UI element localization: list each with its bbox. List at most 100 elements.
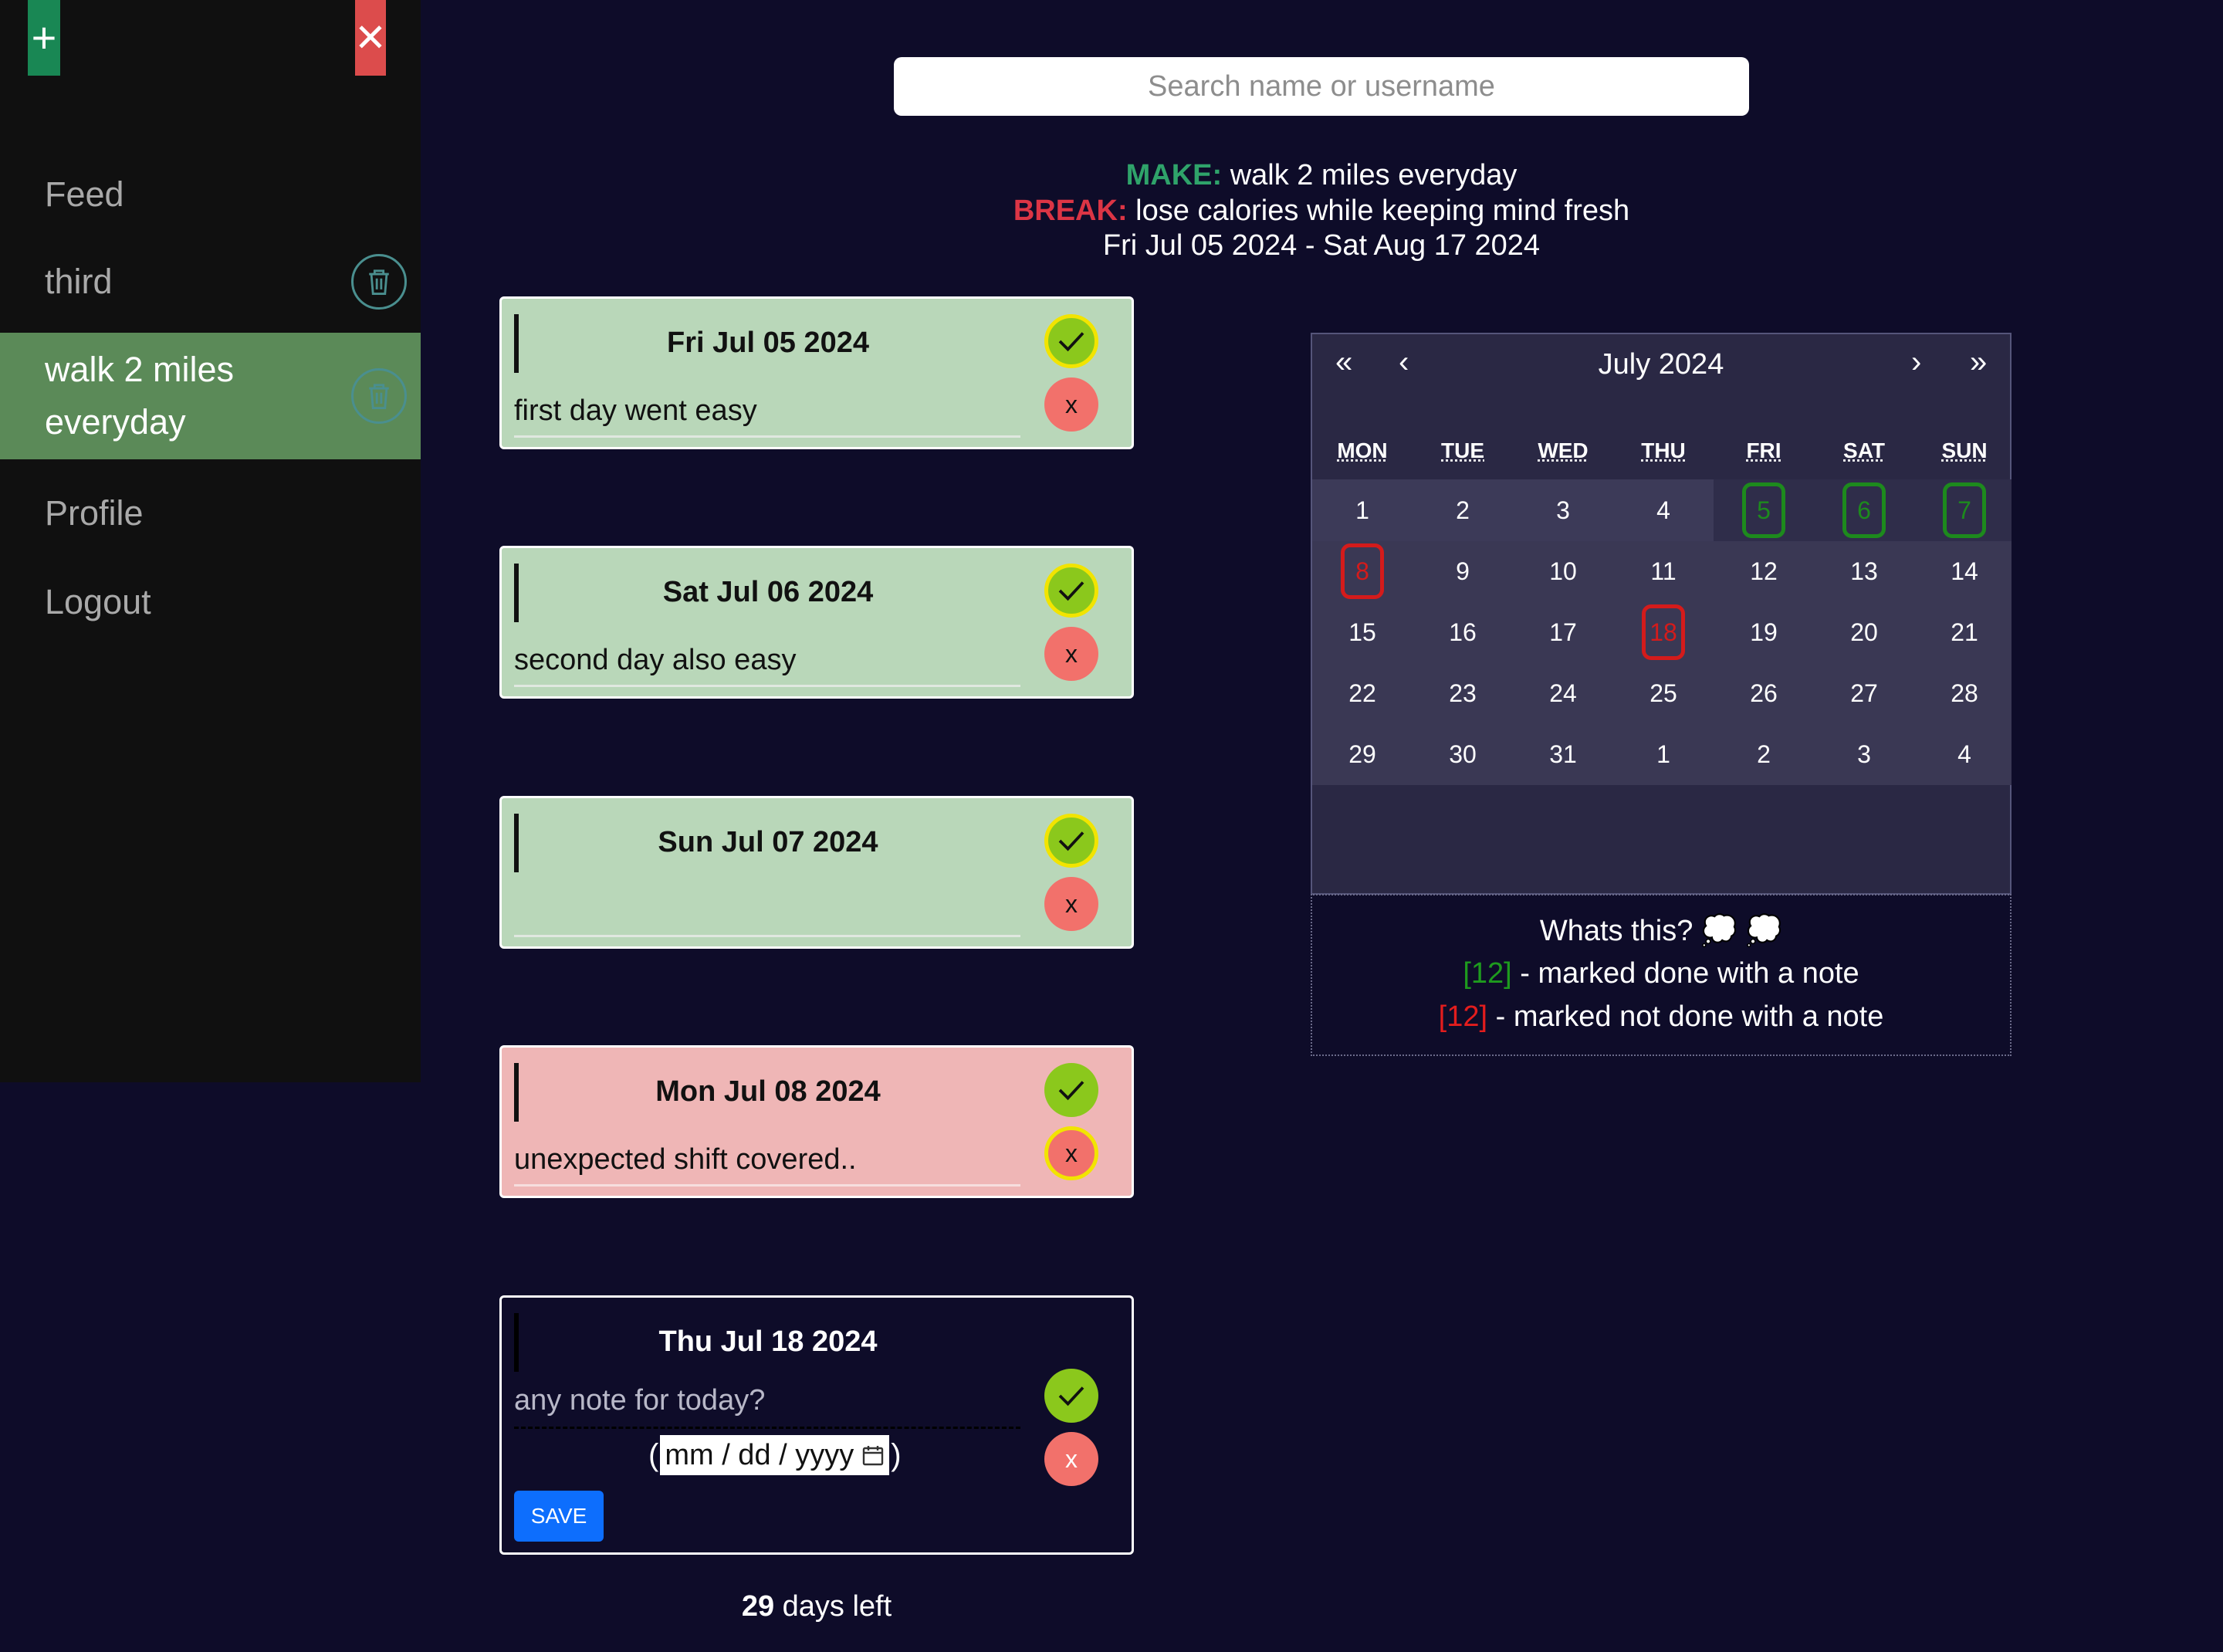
calendar-day[interactable]: 16 bbox=[1413, 601, 1513, 663]
day-number: 4 bbox=[1656, 496, 1670, 524]
day-number: 30 bbox=[1449, 740, 1477, 768]
sidebar-item-walk[interactable]: walk 2 miles everyday bbox=[0, 333, 421, 459]
note-input[interactable] bbox=[514, 1375, 1020, 1429]
card-note[interactable]: unexpected shift covered.. bbox=[514, 1143, 1020, 1187]
sidebar-item-logout[interactable]: Logout bbox=[0, 571, 421, 633]
calendar-day[interactable]: 14 bbox=[1914, 540, 2015, 602]
calendar-day[interactable]: 1 bbox=[1312, 479, 1413, 541]
date-input[interactable]: mm / dd / yyyy bbox=[660, 1435, 890, 1475]
card-note[interactable]: second day also easy bbox=[514, 644, 1020, 687]
calendar-day[interactable]: 13 bbox=[1814, 540, 1914, 602]
mark-done-button[interactable] bbox=[1044, 564, 1098, 618]
sidebar-item-feed[interactable]: Feed bbox=[0, 164, 421, 225]
legend-not-done-text: - marked not done with a note bbox=[1487, 1000, 1884, 1033]
last-month-button[interactable]: » bbox=[1970, 345, 1987, 380]
calendar-day[interactable]: 9 bbox=[1413, 540, 1513, 602]
day-number: 23 bbox=[1449, 679, 1477, 707]
calendar-day[interactable]: 8 bbox=[1312, 540, 1413, 602]
calendar-day[interactable]: 17 bbox=[1513, 601, 1613, 663]
day-marked-not-done: 18 bbox=[1642, 604, 1685, 660]
mark-not-done-button[interactable]: x bbox=[1044, 377, 1098, 432]
trash-icon bbox=[369, 384, 389, 409]
calendar-day[interactable]: 29 bbox=[1312, 723, 1413, 785]
legend: Whats this? 💭 💭 [12] - marked done with … bbox=[1311, 894, 2012, 1056]
calendar-icon bbox=[863, 1446, 884, 1466]
add-habit-button[interactable]: + bbox=[28, 0, 60, 76]
calendar-day[interactable]: 2 bbox=[1714, 723, 1814, 785]
calendar-day[interactable]: 18 bbox=[1613, 601, 1714, 663]
calendar-day[interactable]: 22 bbox=[1312, 662, 1413, 724]
check-icon bbox=[1058, 1386, 1084, 1407]
mark-not-done-button[interactable]: x bbox=[1044, 1432, 1098, 1486]
day-number: 17 bbox=[1549, 618, 1577, 646]
day-number: 28 bbox=[1951, 679, 1978, 707]
calendar-day[interactable]: 15 bbox=[1312, 601, 1413, 663]
day-number: 20 bbox=[1850, 618, 1878, 646]
calendar-day[interactable]: 6 bbox=[1814, 479, 1914, 541]
delete-habit-button[interactable] bbox=[351, 254, 407, 310]
calendar-day[interactable]: 12 bbox=[1714, 540, 1814, 602]
calendar-day[interactable]: 4 bbox=[1613, 479, 1714, 541]
day-number: 26 bbox=[1750, 679, 1778, 707]
day-number: 1 bbox=[1656, 740, 1670, 768]
sidebar-item-profile[interactable]: Profile bbox=[0, 482, 421, 544]
calendar-day[interactable]: 19 bbox=[1714, 601, 1814, 663]
calendar-day[interactable]: 3 bbox=[1814, 723, 1914, 785]
day-card: Sat Jul 06 2024 second day also easy x bbox=[499, 546, 1134, 699]
make-label: MAKE: bbox=[1125, 159, 1223, 191]
check-icon bbox=[1058, 831, 1084, 851]
delete-habit-button[interactable] bbox=[351, 368, 407, 424]
save-button[interactable]: SAVE bbox=[514, 1491, 604, 1542]
calendar-day[interactable]: 7 bbox=[1914, 479, 2015, 541]
close-sidebar-button[interactable]: ✕ bbox=[354, 0, 387, 76]
mark-done-button[interactable] bbox=[1044, 1063, 1098, 1117]
calendar-day[interactable]: 11 bbox=[1613, 540, 1714, 602]
card-note[interactable]: first day went easy bbox=[514, 394, 1020, 438]
calendar-day[interactable]: 1 bbox=[1613, 723, 1714, 785]
day-marked-not-done: 8 bbox=[1341, 543, 1384, 599]
calendar-day[interactable]: 23 bbox=[1413, 662, 1513, 724]
day-number: 29 bbox=[1348, 740, 1376, 768]
weekday-label: SAT bbox=[1843, 438, 1885, 462]
legend-not-done: [12] - marked not done with a note bbox=[1312, 1000, 2010, 1034]
calendar-day[interactable]: 28 bbox=[1914, 662, 2015, 724]
calendar-title[interactable]: July 2024 bbox=[1312, 348, 2010, 381]
day-marked-done: 6 bbox=[1842, 482, 1886, 538]
card-date: Fri Jul 05 2024 bbox=[667, 327, 869, 359]
sidebar-item-third[interactable]: third bbox=[0, 251, 421, 313]
next-month-button[interactable]: › bbox=[1911, 345, 1921, 380]
calendar-day[interactable]: 25 bbox=[1613, 662, 1714, 724]
mark-done-button[interactable] bbox=[1044, 1369, 1098, 1423]
paren-open: ( bbox=[648, 1437, 659, 1472]
calendar-day[interactable]: 5 bbox=[1714, 479, 1814, 541]
calendar-day[interactable]: 21 bbox=[1914, 601, 2015, 663]
day-number: 9 bbox=[1456, 557, 1470, 585]
mark-done-button[interactable] bbox=[1044, 814, 1098, 868]
day-number: 21 bbox=[1951, 618, 1978, 646]
calendar-day[interactable]: 10 bbox=[1513, 540, 1613, 602]
day-number: 16 bbox=[1449, 618, 1477, 646]
mark-not-done-button[interactable]: x bbox=[1044, 1126, 1098, 1180]
calendar-day[interactable]: 31 bbox=[1513, 723, 1613, 785]
mark-not-done-button[interactable]: x bbox=[1044, 627, 1098, 681]
days-left-count: 29 bbox=[741, 1590, 775, 1623]
mark-done-button[interactable] bbox=[1044, 314, 1098, 368]
legend-done-text: - marked done with a note bbox=[1511, 957, 1859, 990]
calendar-day[interactable]: 24 bbox=[1513, 662, 1613, 724]
card-note[interactable] bbox=[514, 894, 1020, 937]
calendar-day[interactable]: 26 bbox=[1714, 662, 1814, 724]
goal-break: BREAK: lose calories while keeping mind … bbox=[849, 195, 1794, 228]
calendar-day[interactable]: 4 bbox=[1914, 723, 2015, 785]
search-input[interactable] bbox=[894, 57, 1749, 116]
day-number: 3 bbox=[1857, 740, 1871, 768]
sidebar-item-label: Logout bbox=[45, 582, 151, 621]
calendar-day[interactable]: 3 bbox=[1513, 479, 1613, 541]
mark-not-done-button[interactable]: x bbox=[1044, 877, 1098, 931]
day-card: Mon Jul 08 2024 unexpected shift covered… bbox=[499, 1045, 1134, 1198]
calendar-day[interactable]: 2 bbox=[1413, 479, 1513, 541]
calendar-day[interactable]: 20 bbox=[1814, 601, 1914, 663]
calendar-day[interactable]: 30 bbox=[1413, 723, 1513, 785]
calendar-day[interactable]: 27 bbox=[1814, 662, 1914, 724]
days-left: 29 days left bbox=[499, 1590, 1134, 1623]
day-number: 15 bbox=[1348, 618, 1376, 646]
